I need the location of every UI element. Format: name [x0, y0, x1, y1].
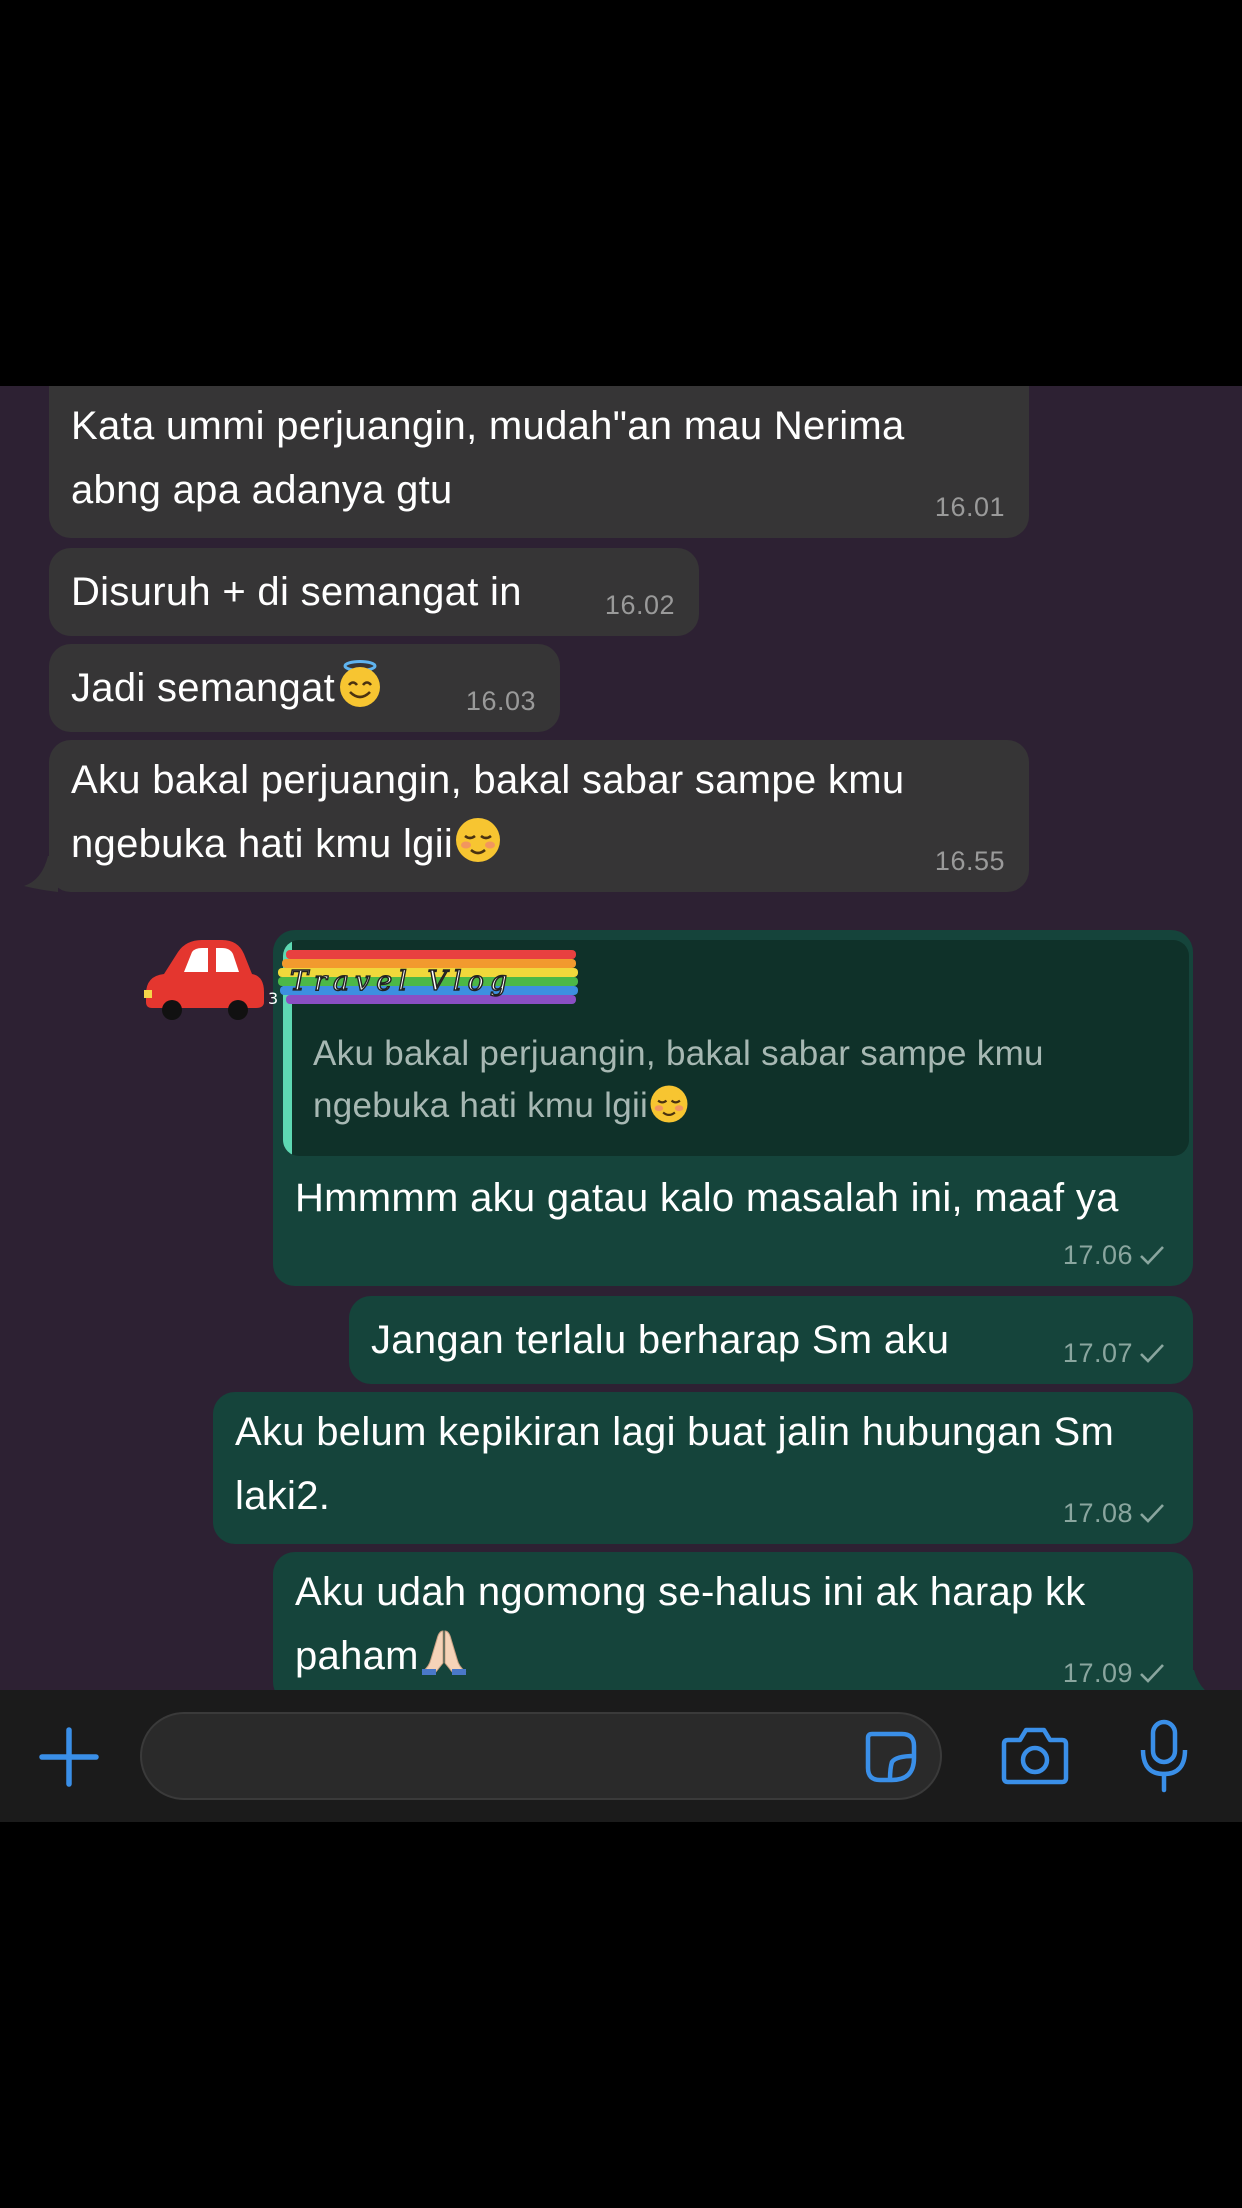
message-text: Jadi semangat [71, 656, 385, 720]
chat-area[interactable]: Kata ummi perjuangin, mudah"an mau Nerim… [0, 386, 1242, 1690]
top-black-band [0, 0, 1242, 386]
message-time: 16.01 [934, 492, 1005, 522]
screen: Kata ummi perjuangin, mudah"an mau Nerim… [0, 0, 1242, 2208]
message-bubble-incoming[interactable]: Jadi semangat 16.03 [49, 644, 560, 732]
smiling-halo-emoji [340, 660, 381, 707]
message-line: Aku belum kepikiran lagi buat jalin hubu… [235, 1410, 1115, 1454]
sticker-text: Travel Vlog [290, 966, 513, 997]
red-car-icon: 3 [144, 940, 278, 1020]
quoted-line: ngebuka hati kmu lgii [313, 1086, 649, 1125]
message-line: ngebuka hati kmu lgii [71, 822, 454, 866]
message-bubble-incoming[interactable]: Aku bakal perjuangin, bakal sabar sampe … [49, 740, 1029, 892]
message-text: Aku belum kepikiran lagi buat jalin hubu… [235, 1400, 1114, 1528]
composer-bar [0, 1690, 1242, 1822]
bubble-tail [24, 856, 58, 892]
time-label: 17.09 [1062, 1658, 1133, 1688]
quoted-text: Aku bakal perjuangin, bakal sabar sampe … [313, 1028, 1044, 1132]
message-time: 16.55 [934, 846, 1005, 876]
quoted-line: Aku bakal perjuangin, bakal sabar sampe … [313, 1034, 1044, 1073]
message-time: 17.06 [1063, 1240, 1165, 1270]
message-input[interactable] [140, 1712, 942, 1800]
message-line: Aku udah ngomong se-halus ini ak harap k… [295, 1570, 1086, 1614]
time-label: 17.06 [1062, 1240, 1133, 1270]
plus-icon[interactable] [38, 1726, 100, 1788]
time-label: 17.08 [1062, 1498, 1133, 1528]
message-text: Hmmmm aku gatau kalo masalah ini, maaf y… [295, 1176, 1119, 1220]
message-time: 17.09 [1063, 1658, 1165, 1688]
message-time: 16.02 [604, 590, 675, 620]
message-text: Disuruh + di semangat in [71, 570, 522, 614]
message-time: 16.03 [465, 686, 536, 716]
relieved-blush-emoji [650, 1085, 688, 1123]
message-line: paham [295, 1634, 419, 1678]
message-bubble-outgoing[interactable]: Aku udah ngomong se-halus ini ak harap k… [273, 1552, 1193, 1690]
travel-vlog-sticker: 3 Travel Vlog [144, 940, 578, 1020]
message-bubble-outgoing[interactable]: Aku belum kepikiran lagi buat jalin hubu… [213, 1392, 1193, 1544]
message-time: 17.07 [1063, 1338, 1165, 1368]
sent-check-icon [1140, 1344, 1164, 1363]
message-line: abng apa adanya gtu [71, 468, 453, 512]
message-text: Aku bakal perjuangin, bakal sabar sampe … [71, 748, 904, 876]
message-line: Jadi semangat [71, 666, 336, 710]
microphone-icon[interactable] [1138, 1718, 1190, 1794]
message-text: Jangan terlalu berharap Sm aku [371, 1318, 950, 1362]
message-line: laki2. [235, 1474, 331, 1518]
message-time: 17.08 [1063, 1498, 1165, 1528]
sent-check-icon [1140, 1664, 1164, 1683]
message-bubble-incoming[interactable]: Kata ummi perjuangin, mudah"an mau Nerim… [49, 386, 1029, 538]
relieved-blush-emoji [456, 818, 501, 862]
bubble-tail [1184, 1670, 1205, 1690]
message-line: Aku bakal perjuangin, bakal sabar sampe … [71, 758, 905, 802]
bottom-black-band [0, 1822, 1242, 2208]
message-line: Kata ummi perjuangin, mudah"an mau Nerim… [71, 404, 905, 448]
time-label: 17.07 [1062, 1338, 1133, 1368]
sent-check-icon [1140, 1504, 1164, 1523]
sent-check-icon [1140, 1246, 1164, 1265]
sticker-icon[interactable] [862, 1728, 920, 1786]
message-text: Aku udah ngomong se-halus ini ak harap k… [295, 1560, 1086, 1688]
svg-text:3: 3 [268, 989, 278, 1008]
message-bubble-incoming[interactable]: Disuruh + di semangat in 16.02 [49, 548, 699, 636]
message-bubble-outgoing[interactable]: Jangan terlalu berharap Sm aku 17.07 [349, 1296, 1193, 1384]
camera-icon[interactable] [1000, 1724, 1070, 1786]
message-text: Kata ummi perjuangin, mudah"an mau Nerim… [71, 394, 905, 522]
folded-hands-emoji [421, 1630, 467, 1675]
